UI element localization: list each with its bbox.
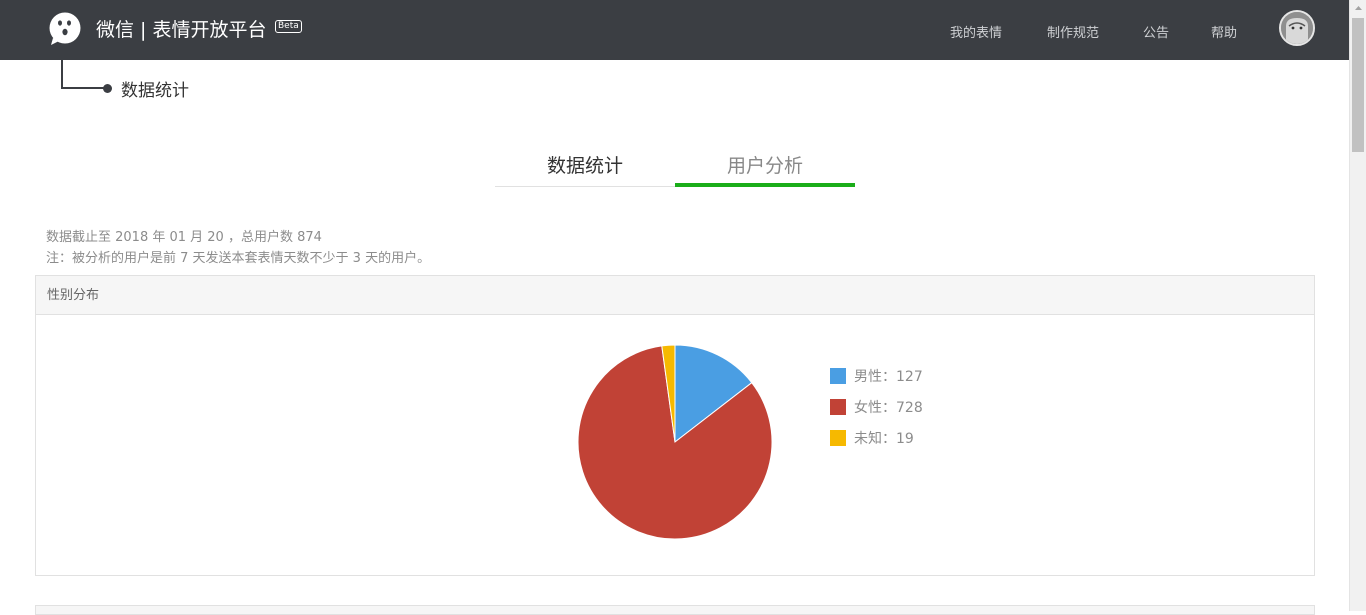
scroll-up-arrow-icon[interactable] xyxy=(1350,0,1366,17)
nav-help[interactable]: 帮助 xyxy=(1211,22,1237,41)
breadcrumb-connector xyxy=(61,60,107,89)
analysis-note: 注：被分析的用户是前 7 天发送本套表情天数不少于 3 天的用户。 xyxy=(46,251,431,266)
gender-pie-chart: 男性：127 女性：728 未知：19 xyxy=(577,344,923,540)
nav-guidelines[interactable]: 制作规范 xyxy=(1047,22,1099,41)
legend-swatch-1[interactable] xyxy=(830,399,846,415)
legend-label-2[interactable]: 未知：19 xyxy=(854,430,914,447)
legend-swatch-0[interactable] xyxy=(830,368,846,384)
breadcrumb-current: 数据统计 xyxy=(121,81,189,101)
scrollbar-thumb[interactable] xyxy=(1352,18,1364,152)
legend-label-0[interactable]: 男性：127 xyxy=(854,369,923,385)
tab-user-analysis[interactable]: 用户分析 xyxy=(675,151,855,178)
avatar-character-icon xyxy=(1281,12,1313,44)
nav-announcements[interactable]: 公告 xyxy=(1143,22,1169,41)
tab-data-statistics[interactable]: 数据统计 xyxy=(495,151,675,178)
legend-swatch-2[interactable] xyxy=(830,430,846,446)
platform-title[interactable]: 微信 | 表情开放平台 xyxy=(96,17,266,43)
legend-label-1[interactable]: 女性：728 xyxy=(854,399,923,416)
nav-my-stickers[interactable]: 我的表情 xyxy=(950,22,1002,41)
user-avatar[interactable] xyxy=(1279,10,1315,46)
top-navigation-bar: 微信 | 表情开放平台 Beta 我的表情 制作规范 公告 帮助 xyxy=(0,0,1349,60)
breadcrumb-dot xyxy=(103,84,112,93)
next-panel-header xyxy=(35,605,1315,615)
data-cutoff-summary: 数据截止至 2018 年 01 月 20 ，总用户数 874 xyxy=(46,230,322,245)
active-tab-indicator xyxy=(675,183,855,187)
wechat-sticker-logo-icon[interactable] xyxy=(48,12,82,46)
beta-badge: Beta xyxy=(275,20,302,33)
page-scrollbar[interactable] xyxy=(1349,0,1366,611)
gender-distribution-panel: 性别分布 男性：127 女性：728 未知：19 xyxy=(35,275,1315,576)
